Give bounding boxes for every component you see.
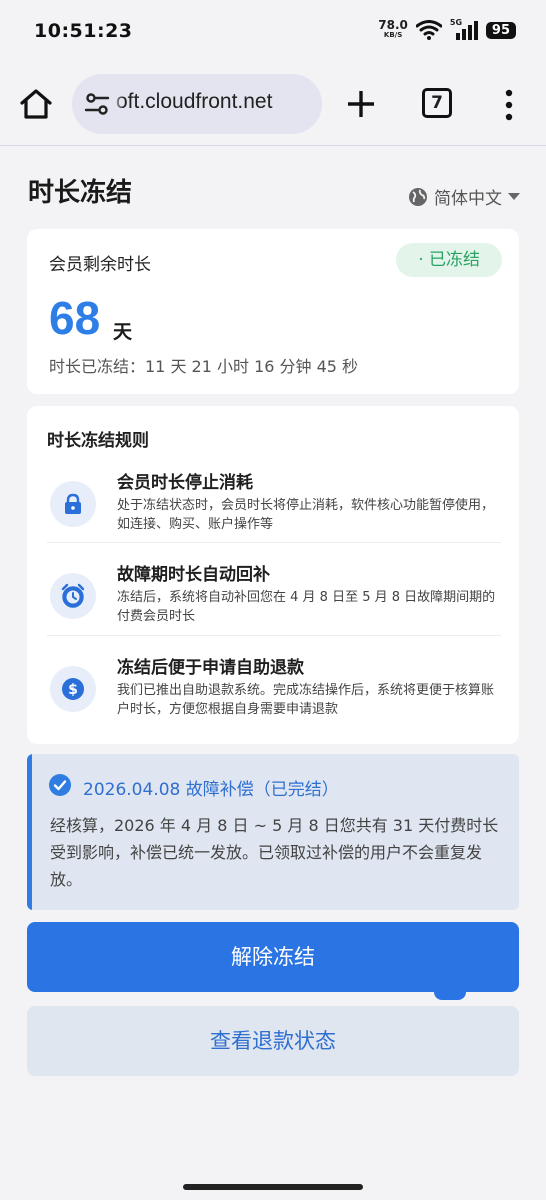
rule-item: 故障期时长自动回补 冻结后，系统将自动补回您在 4 月 8 日至 5 月 8 日… bbox=[47, 560, 501, 654]
rules-card: 时长冻结规则 会员时长停止消耗 处于冻结状态时，会员时长将停止消耗，软件核心功能… bbox=[27, 406, 519, 744]
address-bar[interactable]: oft.cloudfront.net bbox=[72, 74, 322, 134]
lock-icon bbox=[50, 481, 96, 527]
globe-icon bbox=[409, 187, 427, 206]
remaining-days: 68 bbox=[49, 292, 101, 344]
page-title: 时长冻结 bbox=[28, 178, 133, 208]
language-selector[interactable]: 简体中文 bbox=[408, 184, 520, 209]
battery-indicator: 95 bbox=[485, 21, 516, 39]
rule-title: 会员时长停止消耗 bbox=[117, 473, 253, 493]
home-indicator[interactable] bbox=[183, 1184, 363, 1190]
signal-icon bbox=[455, 21, 478, 40]
rules-title: 时长冻结规则 bbox=[47, 431, 149, 451]
notice-title: 2026.04.08 故障补偿（已完结） bbox=[83, 780, 339, 800]
notice-accent-bar bbox=[27, 754, 32, 910]
url-text[interactable]: oft.cloudfront.net bbox=[116, 90, 272, 114]
rule-desc: 我们已推出自助退款系统。完成冻结操作后，系统将更便于核算账户时长，方便您根据自身… bbox=[117, 683, 495, 717]
frozen-duration: 时长已冻结：11 天 21 小时 16 分钟 45 秒 bbox=[49, 357, 359, 376]
wifi-icon bbox=[415, 20, 442, 40]
rule-item: 会员时长停止消耗 处于冻结状态时，会员时长将停止消耗，软件核心功能暂停使用，如连… bbox=[47, 468, 501, 562]
divider bbox=[47, 542, 501, 543]
unfreeze-button[interactable]: 解除冻结 bbox=[27, 922, 519, 992]
refund-status-button[interactable]: 查看退款状态 bbox=[27, 1006, 519, 1076]
button-notch bbox=[434, 986, 466, 1000]
language-label[interactable]: 简体中文 bbox=[434, 184, 502, 209]
more-menu-icon[interactable] bbox=[499, 88, 519, 122]
membership-card: 会员剩余时长 · 已冻结 68 天 时长已冻结：11 天 21 小时 16 分钟… bbox=[27, 229, 519, 394]
net-speed: 78.0 KB/S bbox=[378, 18, 408, 40]
status-indicators: 78.0 KB/S 5G 95 bbox=[378, 18, 516, 40]
divider bbox=[47, 635, 501, 636]
status-bar: 10:51:23 78.0 KB/S 5G 95 bbox=[0, 0, 546, 64]
home-icon[interactable] bbox=[18, 86, 54, 122]
check-circle-icon bbox=[49, 774, 71, 796]
status-badge: · 已冻结 bbox=[396, 243, 502, 277]
svg-text:$: $ bbox=[68, 682, 78, 698]
alarm-clock-icon bbox=[50, 573, 96, 619]
rule-item: $ 冻结后便于申请自助退款 我们已推出自助退款系统。完成冻结操作后，系统将更便于… bbox=[47, 653, 501, 747]
new-tab-icon[interactable] bbox=[345, 88, 377, 120]
net-speed-value: 78.0 bbox=[378, 18, 408, 32]
site-settings-icon[interactable] bbox=[84, 92, 110, 116]
tab-switcher-button[interactable]: 7 bbox=[422, 88, 452, 118]
net-speed-unit: KB/S bbox=[383, 31, 403, 39]
rule-desc: 处于冻结状态时，会员时长将停止消耗，软件核心功能暂停使用，如连接、购买、账户操作… bbox=[117, 498, 495, 532]
url-fade bbox=[110, 74, 124, 134]
remaining-days-unit: 天 bbox=[113, 321, 133, 343]
caret-down-icon bbox=[508, 192, 520, 200]
notice-body: 经核算，2026 年 4 月 8 日 ~ 5 月 8 日您共有 31 天付费时长… bbox=[50, 816, 499, 889]
dollar-coin-icon: $ bbox=[50, 666, 96, 712]
rule-title: 故障期时长自动回补 bbox=[117, 565, 270, 585]
cell-signal: 5G bbox=[450, 18, 478, 40]
rule-desc: 冻结后，系统将自动补回您在 4 月 8 日至 5 月 8 日故障期间期的付费会员… bbox=[117, 590, 496, 624]
rule-title: 冻结后便于申请自助退款 bbox=[117, 658, 304, 678]
remaining-label: 会员剩余时长 bbox=[49, 255, 151, 275]
browser-toolbar: oft.cloudfront.net 7 bbox=[0, 64, 546, 146]
compensation-notice: 2026.04.08 故障补偿（已完结） 经核算，2026 年 4 月 8 日 … bbox=[27, 754, 519, 910]
status-time: 10:51:23 bbox=[34, 20, 133, 42]
